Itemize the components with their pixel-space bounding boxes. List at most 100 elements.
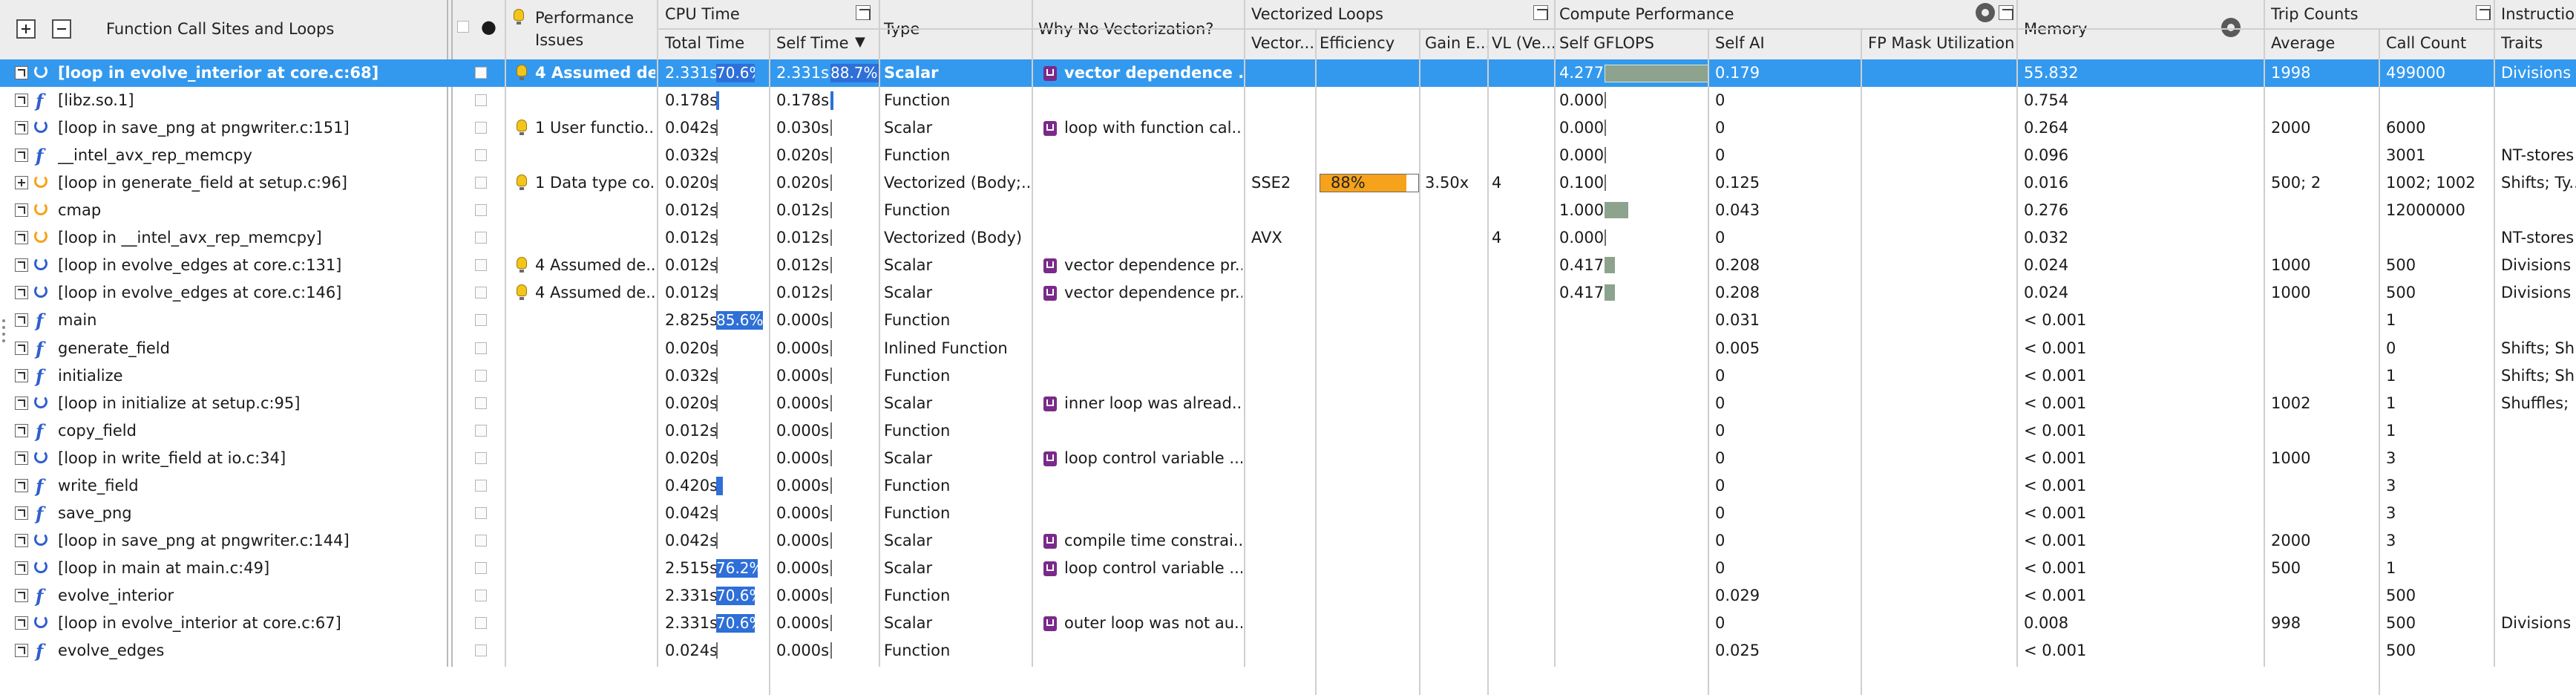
row-select-checkbox[interactable] [475,369,487,382]
vectorization-issue-icon[interactable] [1043,616,1057,631]
row-select-checkbox[interactable] [475,94,487,107]
row-expand-toggle[interactable] [15,368,28,382]
table-row[interactable]: [loop in __intel_avx_rep_memcpy] 0.012s 0.… [0,224,2576,252]
table-row[interactable]: [loop in evolve_edges at core.c:131] 4 As… [0,252,2576,279]
column-separator[interactable] [1861,28,1862,695]
compute-settings-gear-icon[interactable] [1976,3,1995,22]
row-expand-toggle[interactable] [15,478,28,492]
self-ai-header[interactable]: Self AI [1715,36,1765,51]
row-expand-toggle[interactable] [15,231,28,245]
row-expand-toggle[interactable] [15,506,28,520]
row-expand-toggle[interactable] [15,258,28,273]
vectorized-loops-expand-icon[interactable] [1533,5,1548,20]
vectorization-issue-icon[interactable] [1043,451,1057,466]
lightbulb-icon[interactable] [517,257,527,273]
row-expand-toggle[interactable] [15,203,28,218]
self-time-header[interactable]: Self Time [776,36,849,51]
vectorized-header[interactable]: Vector... [1251,36,1315,51]
vectorization-issue-icon[interactable] [1043,286,1057,301]
column-separator[interactable] [2016,0,2018,667]
column-separator[interactable] [1315,28,1317,695]
row-expand-toggle[interactable] [15,451,28,465]
trip-counts-expand-icon[interactable] [2476,5,2491,20]
vectorization-issue-icon[interactable] [1043,66,1057,81]
table-row[interactable]: [loop in save_png at pngwriter.c:151] 1 U… [0,114,2576,142]
table-row[interactable]: [loop in main at main.c:49] 2.515s76.2% 0.… [0,555,2576,582]
total-time-header[interactable]: Total Time [665,36,744,51]
table-row[interactable]: f main 2.825s 85.6% 0.000s Function 0.031 < 0.0… [0,307,2576,334]
column-separator[interactable] [1419,28,1420,695]
row-select-checkbox[interactable] [475,617,487,629]
row-select-checkbox[interactable] [475,204,487,217]
column-separator[interactable] [1244,0,1245,667]
lightbulb-icon[interactable] [517,284,527,301]
table-row[interactable]: [loop in initialize at setup.c:95] 0.020s… [0,390,2576,417]
row-expand-toggle[interactable] [15,286,28,300]
row-expand-toggle[interactable] [15,176,28,190]
row-expand-toggle[interactable] [15,313,28,327]
column-separator[interactable] [2379,28,2380,695]
row-expand-toggle[interactable] [15,533,28,547]
table-row[interactable]: [loop in generate_field at setup.c:96] 1 … [0,169,2576,197]
call-count-header[interactable]: Call Count [2386,36,2466,51]
row-expand-toggle[interactable] [15,423,28,437]
table-row[interactable]: f save_png 0.042s 0.000s Function 0 < 0.001 3 [0,500,2576,527]
table-row[interactable]: [loop in evolve_interior at core.c:68] 4 … [0,59,2576,87]
vectorization-issue-icon[interactable] [1043,396,1057,411]
row-select-checkbox[interactable] [475,645,487,657]
row-expand-toggle[interactable] [15,341,28,355]
column-separator[interactable] [2264,0,2265,667]
row-select-checkbox[interactable] [475,589,487,601]
row-select-checkbox[interactable] [475,561,487,574]
table-row[interactable]: f initialize 0.032s 0.000s Function 0 < 0.001 1… [0,362,2576,390]
table-row[interactable]: f __intel_avx_rep_memcpy 0.032s 0.020s Funct… [0,142,2576,169]
perf-issues-header-line2[interactable]: Issues [535,33,583,48]
row-expand-toggle[interactable] [15,616,28,630]
vectorization-issue-icon[interactable] [1043,533,1057,549]
lightbulb-icon[interactable] [517,174,527,191]
row-expand-toggle[interactable] [15,588,28,602]
row-expand-toggle[interactable] [15,561,28,575]
table-row[interactable]: f generate_field 0.020s 0.000s Inlined Funct… [0,335,2576,362]
row-select-checkbox[interactable] [475,506,487,519]
efficiency-header[interactable]: Efficiency [1320,36,1394,51]
gain-estimate-header[interactable]: Gain E... [1425,36,1487,51]
row-select-checkbox[interactable] [475,342,487,354]
table-row[interactable]: f write_field 0.420s 0.000s Function 0 < 0.001… [0,472,2576,500]
row-expand-toggle[interactable] [15,149,28,163]
row-expand-toggle[interactable] [15,396,28,410]
vector-length-header[interactable]: VL (Ve... [1492,36,1554,51]
vectorization-issue-icon[interactable] [1043,258,1057,274]
column-separator[interactable] [505,0,506,667]
row-select-checkbox[interactable] [475,259,487,272]
column-separator[interactable] [1708,28,1709,695]
column-separator[interactable] [1487,28,1489,695]
vectorization-issue-icon[interactable] [1043,561,1057,576]
function-column-header[interactable]: Function Call Sites and Loops [106,22,334,37]
table-row[interactable]: [loop in evolve_edges at core.c:146] 4 As… [0,279,2576,307]
perf-issues-header-line1[interactable]: Performance [535,10,634,26]
row-select-checkbox[interactable] [475,67,487,79]
compute-perf-expand-icon[interactable] [1999,5,2013,20]
average-header[interactable]: Average [2271,36,2335,51]
row-expand-toggle[interactable] [15,94,28,108]
row-expand-toggle[interactable] [15,121,28,135]
lightbulb-icon[interactable] [517,120,527,136]
row-select-checkbox[interactable] [475,122,487,134]
pane-resize-handle[interactable] [2,319,5,349]
lightbulb-icon[interactable] [517,65,527,80]
table-row[interactable]: [loop in evolve_interior at core.c:67] 2.… [0,610,2576,637]
traits-header[interactable]: Traits [2501,36,2543,51]
table-row[interactable]: f [libz.so.1] 0.178s 0.178s Function 0.000 0 0.… [0,87,2576,114]
vectorization-issue-icon[interactable] [1043,121,1057,137]
row-select-checkbox[interactable] [475,287,487,299]
self-gflops-header[interactable]: Self GFLOPS [1559,36,1654,51]
column-separator[interactable] [2494,0,2495,667]
memory-settings-gear-icon[interactable] [2221,18,2241,37]
table-row[interactable]: cmap 0.012s 0.012s Function 1.000 0.043 0.276 1… [0,197,2576,224]
row-select-checkbox[interactable] [475,424,487,437]
row-select-checkbox[interactable] [475,149,487,162]
fp-mask-utilization-header[interactable]: FP Mask Utilization [1868,36,2014,51]
row-select-checkbox[interactable] [475,397,487,409]
column-separator[interactable] [1554,0,1556,667]
